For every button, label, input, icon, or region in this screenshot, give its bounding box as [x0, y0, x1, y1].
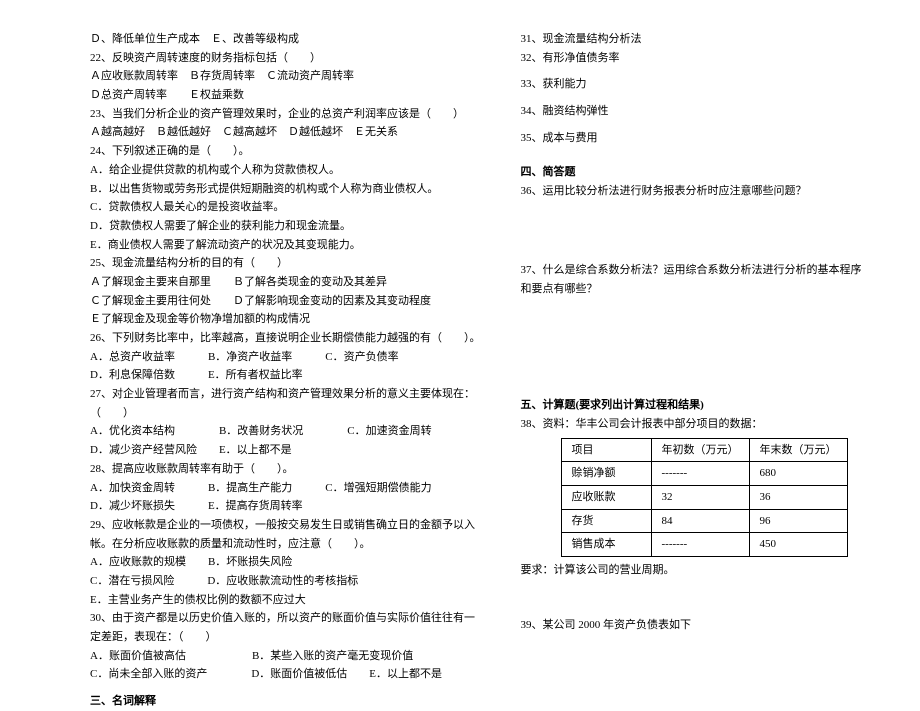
- q30-options-ab: A．账面价值被高估 B．某些入账的资产毫无变现价值: [90, 647, 481, 666]
- q39: 39、某公司 2000 年资产负债表如下: [521, 616, 871, 635]
- q29-stem: 29、应收帐款是企业的一项债权，一般按交易发生日或销售确立日的金额予以入帐。在分…: [90, 516, 481, 553]
- q24-option-b: B．以出售货物或劳务形式提供短期融资的机构或个人称为商业债权人。: [90, 180, 481, 199]
- cell: 存货: [561, 509, 651, 533]
- table-row: 应收账款 32 36: [561, 485, 847, 509]
- q36: 36、运用比较分析法进行财务报表分析时应注意哪些问题？: [521, 182, 871, 201]
- q28-options-2: D．减少坏账损失 E．提高存货周转率: [90, 497, 481, 516]
- q30-options-cde: C．尚未全部入账的资产 D．账面价值被低估 E．以上都不是: [90, 665, 481, 684]
- q25-stem: 25、现金流量结构分析的目的有（ ）: [90, 254, 481, 273]
- section-4-title: 四、简答题: [521, 163, 871, 182]
- right-column: 31、现金流量结构分析法 32、有形净值债务率 33、获利能力 34、融资结构弹…: [511, 30, 871, 639]
- q24-stem: 24、下列叙述正确的是（ ）。: [90, 142, 481, 161]
- q28-stem: 28、提高应收账款周转率有助于（ ）。: [90, 460, 481, 479]
- q26-options-1: A．总资产收益率 B．净资产收益率 C．资产负债率: [90, 348, 481, 367]
- cell: 32: [651, 485, 749, 509]
- cell: 680: [749, 462, 847, 486]
- q28-options-1: A．加快资金周转 B．提高生产能力 C．增强短期偿债能力: [90, 479, 481, 498]
- q32: 32、有形净值债务率: [521, 49, 871, 68]
- table-row: 存货 84 96: [561, 509, 847, 533]
- left-column: Ｄ、降低单位生产成本 Ｅ、改善等级构成 22、反映资产周转速度的财务指标包括（ …: [90, 30, 511, 639]
- q25-options-cd: Ｃ了解现金主要用往何处 Ｄ了解影响现金变动的因素及其变动程度: [90, 292, 481, 311]
- q25-options-ab: Ａ了解现金主要来自那里 Ｂ了解各类现金的变动及其差异: [90, 273, 481, 292]
- section-3-title: 三、名词解释: [90, 692, 481, 711]
- q30-stem: 30、由于资产都是以历史价值入账的，所以资产的账面价值与实际价值往往有一定差距，…: [90, 609, 481, 646]
- q38-requirement: 要求：计算该公司的营业周期。: [521, 561, 871, 580]
- q24-option-a: A．给企业提供贷款的机构或个人称为贷款债权人。: [90, 161, 481, 180]
- q24-option-e: E．商业债权人需要了解流动资产的状况及其变现能力。: [90, 236, 481, 255]
- q33: 33、获利能力: [521, 75, 871, 94]
- cell: -------: [651, 462, 749, 486]
- q22-stem: 22、反映资产周转速度的财务指标包括（ ）: [90, 49, 481, 68]
- table-row: 赊销净额 ------- 680: [561, 462, 847, 486]
- q23-stem: 23、当我们分析企业的资产管理效果时，企业的总资产利润率应该是（ ）: [90, 105, 481, 124]
- cell: 赊销净额: [561, 462, 651, 486]
- q34: 34、融资结构弹性: [521, 102, 871, 121]
- q29-options-cd: C．潜在亏损风险 D．应收账款流动性的考核指标: [90, 572, 481, 591]
- q38-data-table: 项目 年初数（万元） 年末数（万元） 赊销净额 ------- 680 应收账款…: [561, 438, 848, 557]
- q31: 31、现金流量结构分析法: [521, 30, 871, 49]
- q35: 35、成本与费用: [521, 129, 871, 148]
- q26-options-2: D．利息保障倍数 E．所有者权益比率: [90, 366, 481, 385]
- q23-options: Ａ越高越好 Ｂ越低越好 Ｃ越高越坏 Ｄ越低越坏 Ｅ无关系: [90, 123, 481, 142]
- q27-stem: 27、对企业管理者而言，进行资产结构和资产管理效果分析的意义主要体现在：（ ）: [90, 385, 481, 422]
- q29-options-ab: A．应收账款的规模 B．坏账损失风险: [90, 553, 481, 572]
- q24-option-d: D．贷款债权人需要了解企业的获利能力和现金流量。: [90, 217, 481, 236]
- cell: 销售成本: [561, 533, 651, 557]
- section-5-title: 五、计算题(要求列出计算过程和结果): [521, 396, 871, 415]
- q24-option-c: C．贷款债权人最关心的是投资收益率。: [90, 198, 481, 217]
- q37: 37、什么是综合系数分析法？运用综合系数分析法进行分析的基本程序和要点有哪些？: [521, 261, 871, 298]
- th-begin: 年初数（万元）: [651, 438, 749, 462]
- q27-options-1: A．优化资本结构 B．改善财务状况 C．加速资金周转: [90, 422, 481, 441]
- cell: 96: [749, 509, 847, 533]
- th-end: 年末数（万元）: [749, 438, 847, 462]
- q21-options-de: Ｄ、降低单位生产成本 Ｅ、改善等级构成: [90, 30, 481, 49]
- q26-stem: 26、下列财务比率中，比率越高，直接说明企业长期偿债能力越强的有（ ）。: [90, 329, 481, 348]
- cell: -------: [651, 533, 749, 557]
- q38-stem: 38、资料：华丰公司会计报表中部分项目的数据：: [521, 415, 871, 434]
- q22-options-2: Ｄ总资产周转率 Ｅ权益乘数: [90, 86, 481, 105]
- q27-options-2: D．减少资产经营风险 E．以上都不是: [90, 441, 481, 460]
- cell: 450: [749, 533, 847, 557]
- th-item: 项目: [561, 438, 651, 462]
- q29-option-e: E．主营业务产生的债权比例的数额不应过大: [90, 591, 481, 610]
- table-row: 销售成本 ------- 450: [561, 533, 847, 557]
- cell: 36: [749, 485, 847, 509]
- cell: 84: [651, 509, 749, 533]
- q25-option-e: Ｅ了解现金及现金等价物净增加额的构成情况: [90, 310, 481, 329]
- q22-options-1: Ａ应收账款周转率 Ｂ存货周转率 Ｃ流动资产周转率: [90, 67, 481, 86]
- table-header-row: 项目 年初数（万元） 年末数（万元）: [561, 438, 847, 462]
- cell: 应收账款: [561, 485, 651, 509]
